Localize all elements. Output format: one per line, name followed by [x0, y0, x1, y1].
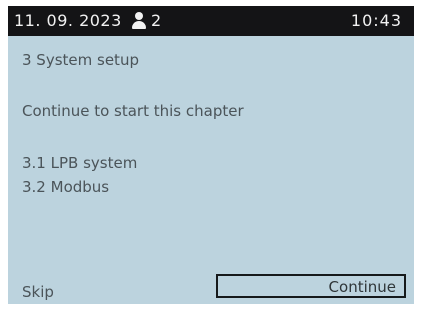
status-date: 11. 09. 2023	[14, 11, 122, 30]
status-bar: 11. 09. 2023 2 10:43	[8, 6, 414, 36]
chapter-item-lpb-system: 3.1 LPB system	[22, 154, 138, 172]
skip-button[interactable]: Skip	[22, 283, 54, 301]
person-icon	[132, 12, 146, 29]
chapter-item-modbus: 3.2 Modbus	[22, 178, 110, 196]
chapter-title: 3 System setup	[22, 51, 139, 69]
display-screen: 11. 09. 2023 2 10:43 3 System setup Cont…	[8, 6, 414, 304]
user-indicator: 2	[132, 11, 161, 30]
continue-hint: Continue to start this chapter	[22, 102, 244, 120]
user-count: 2	[151, 11, 162, 30]
status-time: 10:43	[350, 11, 402, 30]
continue-button[interactable]: Continue	[216, 274, 406, 298]
